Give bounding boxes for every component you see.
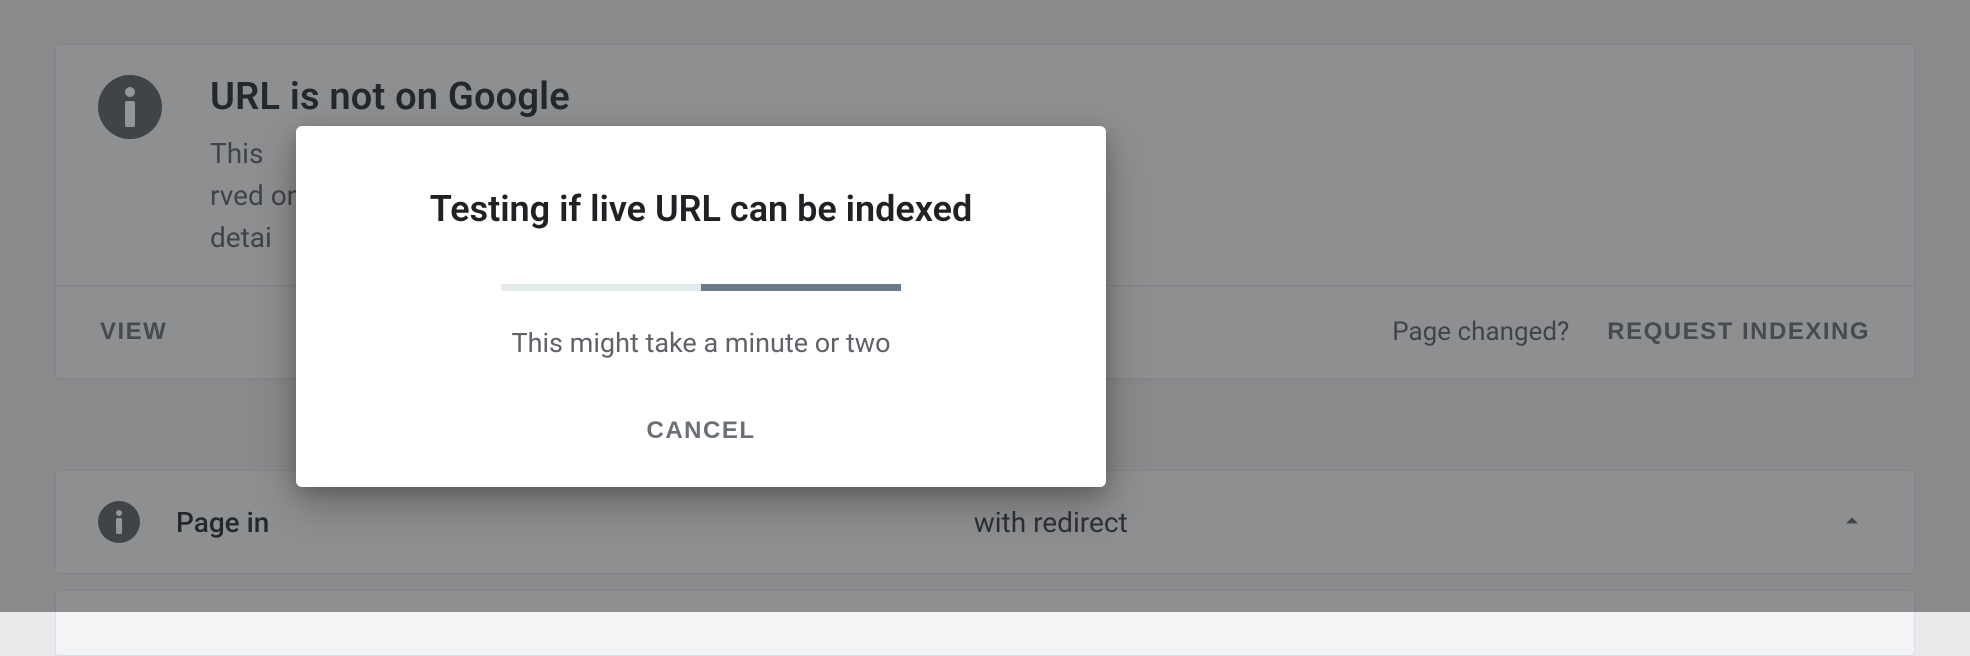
live-test-dialog: Testing if live URL can be indexed This … [296,126,1106,487]
dialog-title: Testing if live URL can be indexed [296,188,1106,230]
progress-bar [701,284,901,291]
progress-track [501,284,901,291]
dialog-subtitle: This might take a minute or two [296,327,1106,359]
cancel-button[interactable]: CANCEL [645,413,758,449]
dialog-actions: CANCEL [296,359,1106,487]
